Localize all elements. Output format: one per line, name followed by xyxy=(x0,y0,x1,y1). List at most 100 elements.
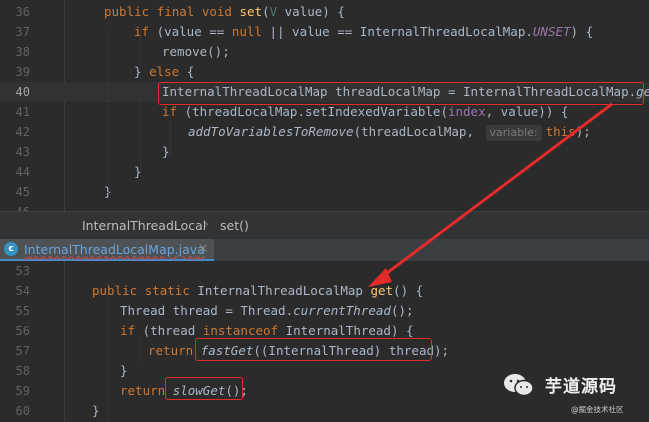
code-line[interactable]: 45} xyxy=(0,182,649,202)
code-token: instanceof xyxy=(202,323,286,338)
code-token: this xyxy=(545,124,576,139)
code-token: (threadLocalMap, xyxy=(353,124,482,139)
watermark: 芋道源码 @掘金技术社区 xyxy=(499,368,639,416)
code-token: public xyxy=(104,4,157,19)
code-token: ); xyxy=(575,124,591,139)
line-number: 58 xyxy=(15,364,30,378)
code-token: remove(); xyxy=(162,44,230,59)
code-line[interactable]: 41 if (threadLocalMap.setIndexedVariable(… xyxy=(0,102,649,122)
code-text: addToVariablesToRemove(threadLocalMap, v… xyxy=(188,122,591,142)
top-editor-pane[interactable]: 36 public final void set(V value) { 37 if (… xyxy=(0,0,649,211)
line-number: 37 xyxy=(15,25,30,39)
line-number: 46 xyxy=(0,202,30,211)
line-number: 41 xyxy=(15,105,30,119)
code-token: if xyxy=(134,24,157,39)
code-token: InternalThread) { xyxy=(285,323,414,338)
code-token: Thread thread = Thread. xyxy=(120,303,294,318)
code-text: public static InternalThreadLocalMap get… xyxy=(92,281,423,301)
indent-guide xyxy=(108,301,109,419)
code-token: , value)) { xyxy=(485,104,569,119)
indent-guide xyxy=(140,30,141,80)
code-token: value) { xyxy=(277,4,345,19)
java-class-icon: c xyxy=(4,242,18,256)
code-token: } xyxy=(134,64,150,79)
code-text: Thread thread = Thread.currentThread(); xyxy=(120,301,414,321)
code-text: if (threadLocalMap.setIndexedVariable(in… xyxy=(162,102,568,122)
code-token: if xyxy=(162,104,185,119)
parameter-hint: variable: xyxy=(485,125,542,141)
code-token: currentThread xyxy=(293,303,391,318)
watermark-title: 芋道源码 xyxy=(545,377,617,397)
code-line[interactable]: 44} xyxy=(0,162,649,182)
line-number: 56 xyxy=(15,324,30,338)
tab-internal-thread-local-map[interactable]: c InternalThreadLocalMap.java × xyxy=(0,239,214,261)
highlight-box-slowget xyxy=(165,377,243,400)
breadcrumb-item-method[interactable]: set() xyxy=(220,218,249,233)
code-text: } xyxy=(120,361,128,381)
indent-guide xyxy=(140,92,141,174)
code-token: else xyxy=(149,64,187,79)
code-line[interactable]: 38 remove(); xyxy=(0,42,649,62)
indent-guide xyxy=(140,341,141,361)
code-token: || value == InternalThreadLocalMap. xyxy=(269,24,533,39)
code-token: (); xyxy=(390,303,414,318)
line-number: 60 xyxy=(15,404,30,418)
line-number: 57 xyxy=(15,344,30,358)
code-line[interactable]: 46 xyxy=(0,202,649,211)
code-token: public xyxy=(92,283,145,298)
code-line[interactable]: 53 xyxy=(0,261,649,281)
editor-tab-bar: c InternalThreadLocalMap.java × xyxy=(0,239,649,262)
code-token: set xyxy=(239,4,263,19)
line-number: 55 xyxy=(15,304,30,318)
line-number: 53 xyxy=(15,264,30,278)
line-number: 39 xyxy=(15,65,30,79)
code-token: } xyxy=(120,363,128,378)
line-number: 54 xyxy=(15,284,30,298)
code-token: addToVariablesToRemove xyxy=(188,124,354,139)
line-number: 45 xyxy=(15,185,30,199)
code-token: } xyxy=(92,403,100,418)
code-text: } xyxy=(162,142,170,162)
code-line[interactable]: 36 public final void set(V value) { xyxy=(0,2,649,22)
code-line[interactable]: 42 addToVariablesToRemove(threadLocalMap,… xyxy=(0,122,649,142)
code-line[interactable]: 54 public static InternalThreadLocalMap g… xyxy=(0,281,649,301)
code-text: } else { xyxy=(134,62,194,82)
code-line[interactable]: 55 Thread thread = Thread.currentThread()… xyxy=(0,301,649,321)
code-text: } xyxy=(92,401,100,421)
breadcrumb: InternalThreadLocal › set() xyxy=(0,211,649,240)
code-token: static xyxy=(144,283,198,298)
watermark-subtitle: @掘金技术社区 xyxy=(571,405,624,414)
tab-label: InternalThreadLocalMap.java xyxy=(24,242,205,257)
code-line[interactable]: 43} xyxy=(0,142,649,162)
line-number: 43 xyxy=(15,145,30,159)
code-line[interactable]: 39} else { xyxy=(0,62,649,82)
code-token: } xyxy=(162,144,170,159)
breadcrumb-item-class[interactable]: InternalThreadLocal xyxy=(82,218,206,233)
code-text: if (value == null || value == InternalTh… xyxy=(134,22,593,42)
code-token: get xyxy=(370,283,394,298)
close-icon[interactable]: × xyxy=(198,241,208,255)
code-token: if xyxy=(120,323,143,338)
code-token: { xyxy=(186,64,195,79)
line-number: 42 xyxy=(15,125,30,139)
code-token: final xyxy=(156,4,202,19)
line-number: 40 xyxy=(15,85,30,99)
highlight-box-fastget xyxy=(195,338,432,361)
code-token: (value == xyxy=(156,24,232,39)
code-token: ( xyxy=(262,4,270,19)
line-number: 36 xyxy=(15,5,30,19)
code-token: return xyxy=(148,343,201,358)
code-text: remove(); xyxy=(162,42,230,62)
code-token: ) { xyxy=(570,24,594,39)
code-token: null xyxy=(231,24,270,39)
highlight-box-line-40 xyxy=(158,82,644,105)
indent-guide xyxy=(108,30,109,195)
code-token: V xyxy=(269,4,278,19)
breadcrumb-separator: › xyxy=(204,217,209,231)
code-token: UNSET xyxy=(532,24,571,39)
code-token: () { xyxy=(393,283,424,298)
code-text: public final void set(V value) { xyxy=(104,2,345,22)
code-line[interactable]: 37 if (value == null || value == Internal… xyxy=(0,22,649,42)
line-number: 44 xyxy=(15,165,30,179)
wechat-icon xyxy=(504,374,534,397)
